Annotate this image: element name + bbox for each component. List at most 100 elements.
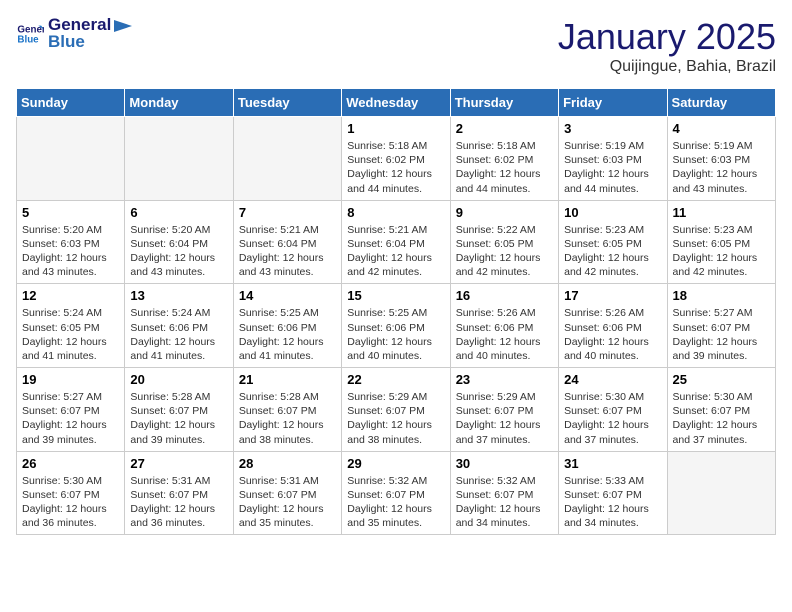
day-number: 5 — [22, 205, 119, 220]
day-number: 6 — [130, 205, 227, 220]
calendar-cell: 23Sunrise: 5:29 AMSunset: 6:07 PMDayligh… — [450, 368, 558, 452]
day-info: Sunrise: 5:19 AMSunset: 6:03 PMDaylight:… — [673, 139, 770, 196]
day-header-monday: Monday — [125, 89, 233, 117]
day-info: Sunrise: 5:23 AMSunset: 6:05 PMDaylight:… — [673, 223, 770, 280]
calendar-week-row: 1Sunrise: 5:18 AMSunset: 6:02 PMDaylight… — [17, 117, 776, 201]
calendar-cell: 7 Sunrise: 5:21 AMSunset: 6:04 PMDaylight… — [233, 200, 341, 284]
calendar-cell: 12Sunrise: 5:24 AMSunset: 6:05 PMDayligh… — [17, 284, 125, 368]
calendar-week-row: 19 Sunrise: 5:27 AMSunset: 6:07 PMDayligh… — [17, 368, 776, 452]
day-info: Sunrise: 5:32 AMSunset: 6:07 PMDaylight:… — [347, 474, 444, 531]
calendar-cell: 30 Sunrise: 5:32 AMSunset: 6:07 PMDayligh… — [450, 451, 558, 535]
day-info: Sunrise: 5:20 AMSunset: 6:03 PMDaylight:… — [22, 223, 119, 280]
day-header-wednesday: Wednesday — [342, 89, 450, 117]
day-number: 31 — [564, 456, 661, 471]
day-number: 19 — [22, 372, 119, 387]
day-header-friday: Friday — [559, 89, 667, 117]
calendar-subtitle: Quijingue, Bahia, Brazil — [558, 58, 776, 76]
day-info: Sunrise: 5:21 AMSunset: 6:04 PMDaylight:… — [239, 223, 336, 280]
day-info: Sunrise: 5:24 AMSunset: 6:06 PMDaylight:… — [130, 306, 227, 363]
day-info: Sunrise: 5:28 AMSunset: 6:07 PMDaylight:… — [239, 390, 336, 447]
calendar-cell: 22 Sunrise: 5:29 AMSunset: 6:07 PMDayligh… — [342, 368, 450, 452]
calendar-cell: 10 Sunrise: 5:23 AMSunset: 6:05 PMDayligh… — [559, 200, 667, 284]
logo-blue-text: Blue — [48, 32, 134, 52]
day-info: Sunrise: 5:30 AMSunset: 6:07 PMDaylight:… — [22, 474, 119, 531]
calendar-cell: 17Sunrise: 5:26 AMSunset: 6:06 PMDayligh… — [559, 284, 667, 368]
day-number: 30 — [456, 456, 553, 471]
logo-chevron — [112, 18, 134, 34]
calendar-table: SundayMondayTuesdayWednesdayThursdayFrid… — [16, 88, 776, 535]
calendar-cell: 14 Sunrise: 5:25 AMSunset: 6:06 PMDayligh… — [233, 284, 341, 368]
day-info: Sunrise: 5:27 AMSunset: 6:07 PMDaylight:… — [673, 306, 770, 363]
calendar-cell: 29 Sunrise: 5:32 AMSunset: 6:07 PMDayligh… — [342, 451, 450, 535]
calendar-cell: 31 Sunrise: 5:33 AMSunset: 6:07 PMDayligh… — [559, 451, 667, 535]
day-info: Sunrise: 5:24 AMSunset: 6:05 PMDaylight:… — [22, 306, 119, 363]
day-number: 20 — [130, 372, 227, 387]
calendar-header-row: SundayMondayTuesdayWednesdayThursdayFrid… — [17, 89, 776, 117]
calendar-cell: 25Sunrise: 5:30 AMSunset: 6:07 PMDayligh… — [667, 368, 775, 452]
day-number: 14 — [239, 288, 336, 303]
svg-text:Blue: Blue — [17, 34, 39, 45]
day-number: 4 — [673, 121, 770, 136]
day-info: Sunrise: 5:22 AMSunset: 6:05 PMDaylight:… — [456, 223, 553, 280]
day-number: 10 — [564, 205, 661, 220]
calendar-cell: 24 Sunrise: 5:30 AMSunset: 6:07 PMDayligh… — [559, 368, 667, 452]
calendar-cell: 6 Sunrise: 5:20 AMSunset: 6:04 PMDaylight… — [125, 200, 233, 284]
day-number: 23 — [456, 372, 553, 387]
day-header-saturday: Saturday — [667, 89, 775, 117]
calendar-week-row: 12Sunrise: 5:24 AMSunset: 6:05 PMDayligh… — [17, 284, 776, 368]
day-number: 11 — [673, 205, 770, 220]
day-header-sunday: Sunday — [17, 89, 125, 117]
day-header-thursday: Thursday — [450, 89, 558, 117]
day-number: 24 — [564, 372, 661, 387]
day-number: 16 — [456, 288, 553, 303]
calendar-cell — [233, 117, 341, 201]
day-info: Sunrise: 5:19 AMSunset: 6:03 PMDaylight:… — [564, 139, 661, 196]
day-info: Sunrise: 5:25 AMSunset: 6:06 PMDaylight:… — [347, 306, 444, 363]
calendar-cell: 1Sunrise: 5:18 AMSunset: 6:02 PMDaylight… — [342, 117, 450, 201]
logo-icon: General Blue — [16, 20, 44, 48]
day-number: 9 — [456, 205, 553, 220]
day-info: Sunrise: 5:26 AMSunset: 6:06 PMDaylight:… — [456, 306, 553, 363]
calendar-cell: 26 Sunrise: 5:30 AMSunset: 6:07 PMDayligh… — [17, 451, 125, 535]
day-number: 27 — [130, 456, 227, 471]
day-number: 13 — [130, 288, 227, 303]
day-info: Sunrise: 5:28 AMSunset: 6:07 PMDaylight:… — [130, 390, 227, 447]
day-number: 18 — [673, 288, 770, 303]
day-number: 7 — [239, 205, 336, 220]
calendar-cell: 9 Sunrise: 5:22 AMSunset: 6:05 PMDaylight… — [450, 200, 558, 284]
calendar-week-row: 5 Sunrise: 5:20 AMSunset: 6:03 PMDaylight… — [17, 200, 776, 284]
day-number: 15 — [347, 288, 444, 303]
calendar-cell: 8 Sunrise: 5:21 AMSunset: 6:04 PMDaylight… — [342, 200, 450, 284]
logo-text: General — [48, 16, 134, 34]
day-number: 28 — [239, 456, 336, 471]
calendar-cell: 2Sunrise: 5:18 AMSunset: 6:02 PMDaylight… — [450, 117, 558, 201]
day-number: 3 — [564, 121, 661, 136]
calendar-cell: 19 Sunrise: 5:27 AMSunset: 6:07 PMDayligh… — [17, 368, 125, 452]
calendar-cell: 5 Sunrise: 5:20 AMSunset: 6:03 PMDaylight… — [17, 200, 125, 284]
calendar-cell — [17, 117, 125, 201]
day-number: 29 — [347, 456, 444, 471]
title-block: January 2025 Quijingue, Bahia, Brazil — [558, 16, 776, 76]
day-info: Sunrise: 5:21 AMSunset: 6:04 PMDaylight:… — [347, 223, 444, 280]
day-info: Sunrise: 5:23 AMSunset: 6:05 PMDaylight:… — [564, 223, 661, 280]
calendar-cell: 20 Sunrise: 5:28 AMSunset: 6:07 PMDayligh… — [125, 368, 233, 452]
day-number: 8 — [347, 205, 444, 220]
calendar-cell — [667, 451, 775, 535]
day-info: Sunrise: 5:29 AMSunset: 6:07 PMDaylight:… — [347, 390, 444, 447]
day-info: Sunrise: 5:25 AMSunset: 6:06 PMDaylight:… — [239, 306, 336, 363]
calendar-week-row: 26 Sunrise: 5:30 AMSunset: 6:07 PMDayligh… — [17, 451, 776, 535]
calendar-title: January 2025 — [558, 16, 776, 58]
day-info: Sunrise: 5:33 AMSunset: 6:07 PMDaylight:… — [564, 474, 661, 531]
day-info: Sunrise: 5:20 AMSunset: 6:04 PMDaylight:… — [130, 223, 227, 280]
day-info: Sunrise: 5:30 AMSunset: 6:07 PMDaylight:… — [673, 390, 770, 447]
day-info: Sunrise: 5:27 AMSunset: 6:07 PMDaylight:… — [22, 390, 119, 447]
day-number: 21 — [239, 372, 336, 387]
day-info: Sunrise: 5:30 AMSunset: 6:07 PMDaylight:… — [564, 390, 661, 447]
day-info: Sunrise: 5:32 AMSunset: 6:07 PMDaylight:… — [456, 474, 553, 531]
day-number: 22 — [347, 372, 444, 387]
calendar-cell: 15 Sunrise: 5:25 AMSunset: 6:06 PMDayligh… — [342, 284, 450, 368]
calendar-cell: 21 Sunrise: 5:28 AMSunset: 6:07 PMDayligh… — [233, 368, 341, 452]
day-number: 26 — [22, 456, 119, 471]
day-info: Sunrise: 5:31 AMSunset: 6:07 PMDaylight:… — [239, 474, 336, 531]
day-number: 17 — [564, 288, 661, 303]
